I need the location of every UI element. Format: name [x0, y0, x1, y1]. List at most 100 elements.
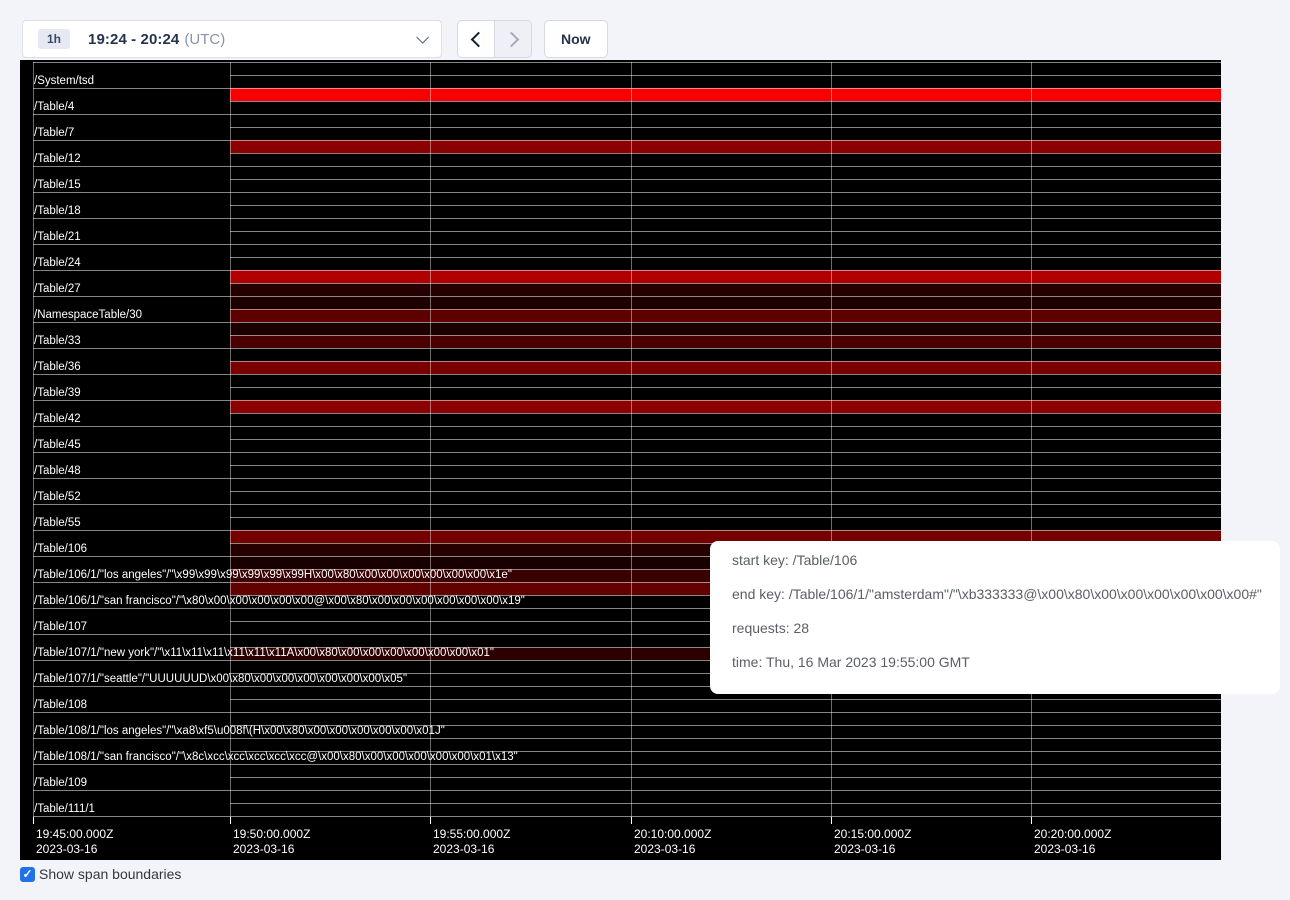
span-boundary-line [230, 101, 1221, 102]
x-axis-time: 19:45:00.000Z [36, 827, 113, 842]
now-button[interactable]: Now [544, 20, 608, 58]
time-range-select[interactable]: 1h 19:24 - 20:24 (UTC) [22, 20, 442, 58]
key-span-label: /Table/106/1/"san francisco"/"\x80\x00\x… [34, 582, 525, 608]
key-span-label: /Table/24 [34, 244, 81, 270]
time-gridline [631, 62, 632, 819]
span-boundary-line [230, 218, 1221, 219]
span-boundary-line [230, 426, 1221, 427]
time-gridline [230, 62, 231, 819]
time-gridline [1031, 62, 1032, 819]
span-boundary-line [230, 452, 1221, 453]
key-span-label: /Table/33 [34, 322, 81, 348]
heat-band[interactable] [230, 296, 1221, 309]
span-boundary-line [230, 387, 1221, 388]
span-boundary-line [230, 322, 1221, 323]
tooltip-line: requests: 28 [732, 611, 1280, 645]
key-span-label: /Table/7 [34, 114, 74, 140]
heat-band[interactable] [230, 88, 1221, 101]
span-boundary-line [230, 777, 1221, 778]
x-axis-time: 19:55:00.000Z [433, 827, 510, 842]
key-span-label: /Table/108 [34, 686, 87, 712]
span-boundary-line [230, 699, 1221, 700]
x-axis-tick [230, 817, 231, 824]
heat-band[interactable] [230, 270, 1221, 283]
span-boundary-line [230, 283, 1221, 284]
span-boundary-line [33, 816, 230, 817]
key-span-label: /Table/107/1/"seattle"/"UUUUUUD\x00\x80\… [34, 660, 407, 686]
chevron-down-icon [416, 31, 429, 44]
x-axis-date: 2023-03-16 [233, 842, 310, 857]
x-axis-label: 19:55:00.000Z2023-03-16 [433, 827, 510, 857]
key-span-label: /Table/107/1/"new york"/"\x11\x11\x11\x1… [34, 634, 494, 660]
heat-band[interactable] [230, 309, 1221, 322]
x-axis-tick [1031, 817, 1032, 824]
heat-band[interactable] [230, 361, 1221, 374]
x-axis-tick [430, 817, 431, 824]
key-span-label: /Table/106 [34, 530, 87, 556]
key-span-label: /Table/48 [34, 452, 81, 478]
span-boundary-line [230, 205, 1221, 206]
span-boundary-line [230, 348, 1221, 349]
heat-band[interactable] [230, 322, 1221, 335]
heat-band[interactable] [230, 400, 1221, 413]
span-boundary-line [230, 517, 1221, 518]
x-axis-date: 2023-03-16 [634, 842, 711, 857]
key-span-label: /Table/39 [34, 374, 81, 400]
x-axis-time: 19:50:00.000Z [233, 827, 310, 842]
span-boundary-line [33, 62, 1221, 63]
next-interval-button-disabled[interactable] [494, 20, 532, 58]
x-axis-date: 2023-03-16 [433, 842, 510, 857]
tooltip-line: start key: /Table/106 [732, 543, 1280, 577]
chevron-left-icon [470, 31, 486, 47]
heat-band[interactable] [230, 335, 1221, 348]
x-axis-time: 20:20:00.000Z [1034, 827, 1111, 842]
span-boundary-line [230, 465, 1221, 466]
span-boundary-line [230, 478, 1221, 479]
key-span-label: /Table/36 [34, 348, 81, 374]
span-boundary-line [230, 179, 1221, 180]
span-boundary-line [230, 764, 1221, 765]
span-boundary-line [230, 309, 1221, 310]
prev-interval-button[interactable] [457, 20, 495, 58]
show-span-boundaries-checkbox[interactable]: ✓ [20, 867, 35, 882]
span-boundary-line [230, 244, 1221, 245]
time-nav-group [457, 20, 532, 58]
x-axis-time: 20:15:00.000Z [834, 827, 911, 842]
span-boundary-line [230, 504, 1221, 505]
span-boundary-line [230, 166, 1221, 167]
duration-badge: 1h [38, 29, 70, 49]
span-boundary-line [230, 257, 1221, 258]
x-axis-tick [631, 817, 632, 824]
span-boundary-line [230, 413, 1221, 414]
span-boundary-line [230, 114, 1221, 115]
key-span-label: /Table/15 [34, 166, 81, 192]
span-boundary-line [230, 140, 1221, 141]
show-span-boundaries-label: Show span boundaries [39, 866, 181, 882]
x-axis-tick [831, 817, 832, 824]
tooltip-line: time: Thu, 16 Mar 2023 19:55:00 GMT [732, 645, 1280, 679]
key-visualizer-canvas[interactable]: /System/tsd/Table/4/Table/7/Table/12/Tab… [20, 60, 1221, 860]
span-boundary-line [230, 361, 1221, 362]
timezone-text: (UTC) [184, 31, 225, 48]
span-boundary-line [230, 816, 1221, 817]
key-span-label: /Table/108/1/"los angeles"/"\xa8\xf5\u00… [34, 712, 445, 738]
x-axis-label: 20:10:00.000Z2023-03-16 [634, 827, 711, 857]
heat-band[interactable] [230, 140, 1221, 153]
span-boundary-line [230, 803, 1221, 804]
key-span-label: /Table/42 [34, 400, 81, 426]
span-boundary-line [230, 296, 1221, 297]
x-axis-tick [33, 817, 34, 824]
key-span-label: /Table/4 [34, 88, 74, 114]
x-axis-date: 2023-03-16 [1034, 842, 1111, 857]
key-span-label: /Table/18 [34, 192, 81, 218]
span-boundary-line [230, 374, 1221, 375]
footer: ✓ Show span boundaries [20, 866, 181, 882]
key-span-label: /Table/27 [34, 270, 81, 296]
x-axis-label: 19:50:00.000Z2023-03-16 [233, 827, 310, 857]
time-range-text: 19:24 - 20:24 [88, 31, 179, 48]
span-tooltip: start key: /Table/106end key: /Table/106… [710, 541, 1280, 694]
span-boundary-line [230, 192, 1221, 193]
heat-band[interactable] [230, 283, 1221, 296]
span-boundary-line [230, 491, 1221, 492]
key-span-label: /System/tsd [34, 62, 94, 88]
